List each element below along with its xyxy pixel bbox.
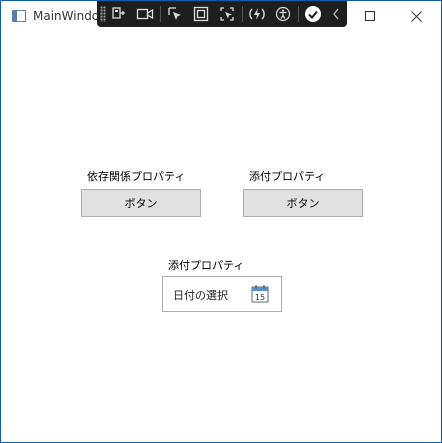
live-visual-tree-icon[interactable] — [108, 4, 130, 24]
attached-property-label: 添付プロパティ — [249, 170, 326, 183]
select-element-icon[interactable] — [164, 4, 186, 24]
maximize-icon — [365, 11, 375, 21]
app-icon — [12, 10, 26, 22]
dependency-property-button[interactable]: ボタン — [81, 189, 201, 217]
dependency-property-label: 依存関係プロパティ — [87, 170, 186, 183]
toolbar-separator — [242, 6, 243, 22]
runtime-tools-bar — [97, 1, 347, 27]
track-focus-icon[interactable] — [216, 4, 238, 24]
close-button[interactable] — [393, 1, 439, 31]
accessibility-icon[interactable] — [272, 4, 294, 24]
record-icon[interactable] — [134, 4, 156, 24]
hot-reload-icon[interactable] — [246, 4, 268, 24]
collapse-chevron-icon[interactable] — [325, 4, 347, 24]
toolbar-separator — [160, 6, 161, 22]
maximize-button[interactable] — [347, 1, 393, 31]
main-window: MainWindow — [0, 0, 442, 443]
close-icon — [410, 10, 422, 22]
calendar-day-text: 15 — [255, 293, 265, 302]
calendar-icon: 15 — [251, 285, 269, 303]
window-title: MainWindow — [33, 9, 98, 23]
date-picker[interactable]: 日付の選択 15 — [162, 276, 282, 312]
display-layout-adorners-icon[interactable] — [190, 4, 212, 24]
calendar-button[interactable]: 15 — [251, 285, 269, 303]
binding-check-icon[interactable] — [302, 4, 324, 24]
attached-property-label-2: 添付プロパティ — [168, 259, 245, 272]
toolbar-separator — [298, 6, 299, 22]
date-picker-placeholder: 日付の選択 — [173, 289, 228, 302]
drag-grip-icon[interactable] — [100, 6, 106, 22]
attached-property-button[interactable]: ボタン — [243, 189, 363, 217]
title-bar[interactable]: MainWindow — [1, 1, 441, 31]
